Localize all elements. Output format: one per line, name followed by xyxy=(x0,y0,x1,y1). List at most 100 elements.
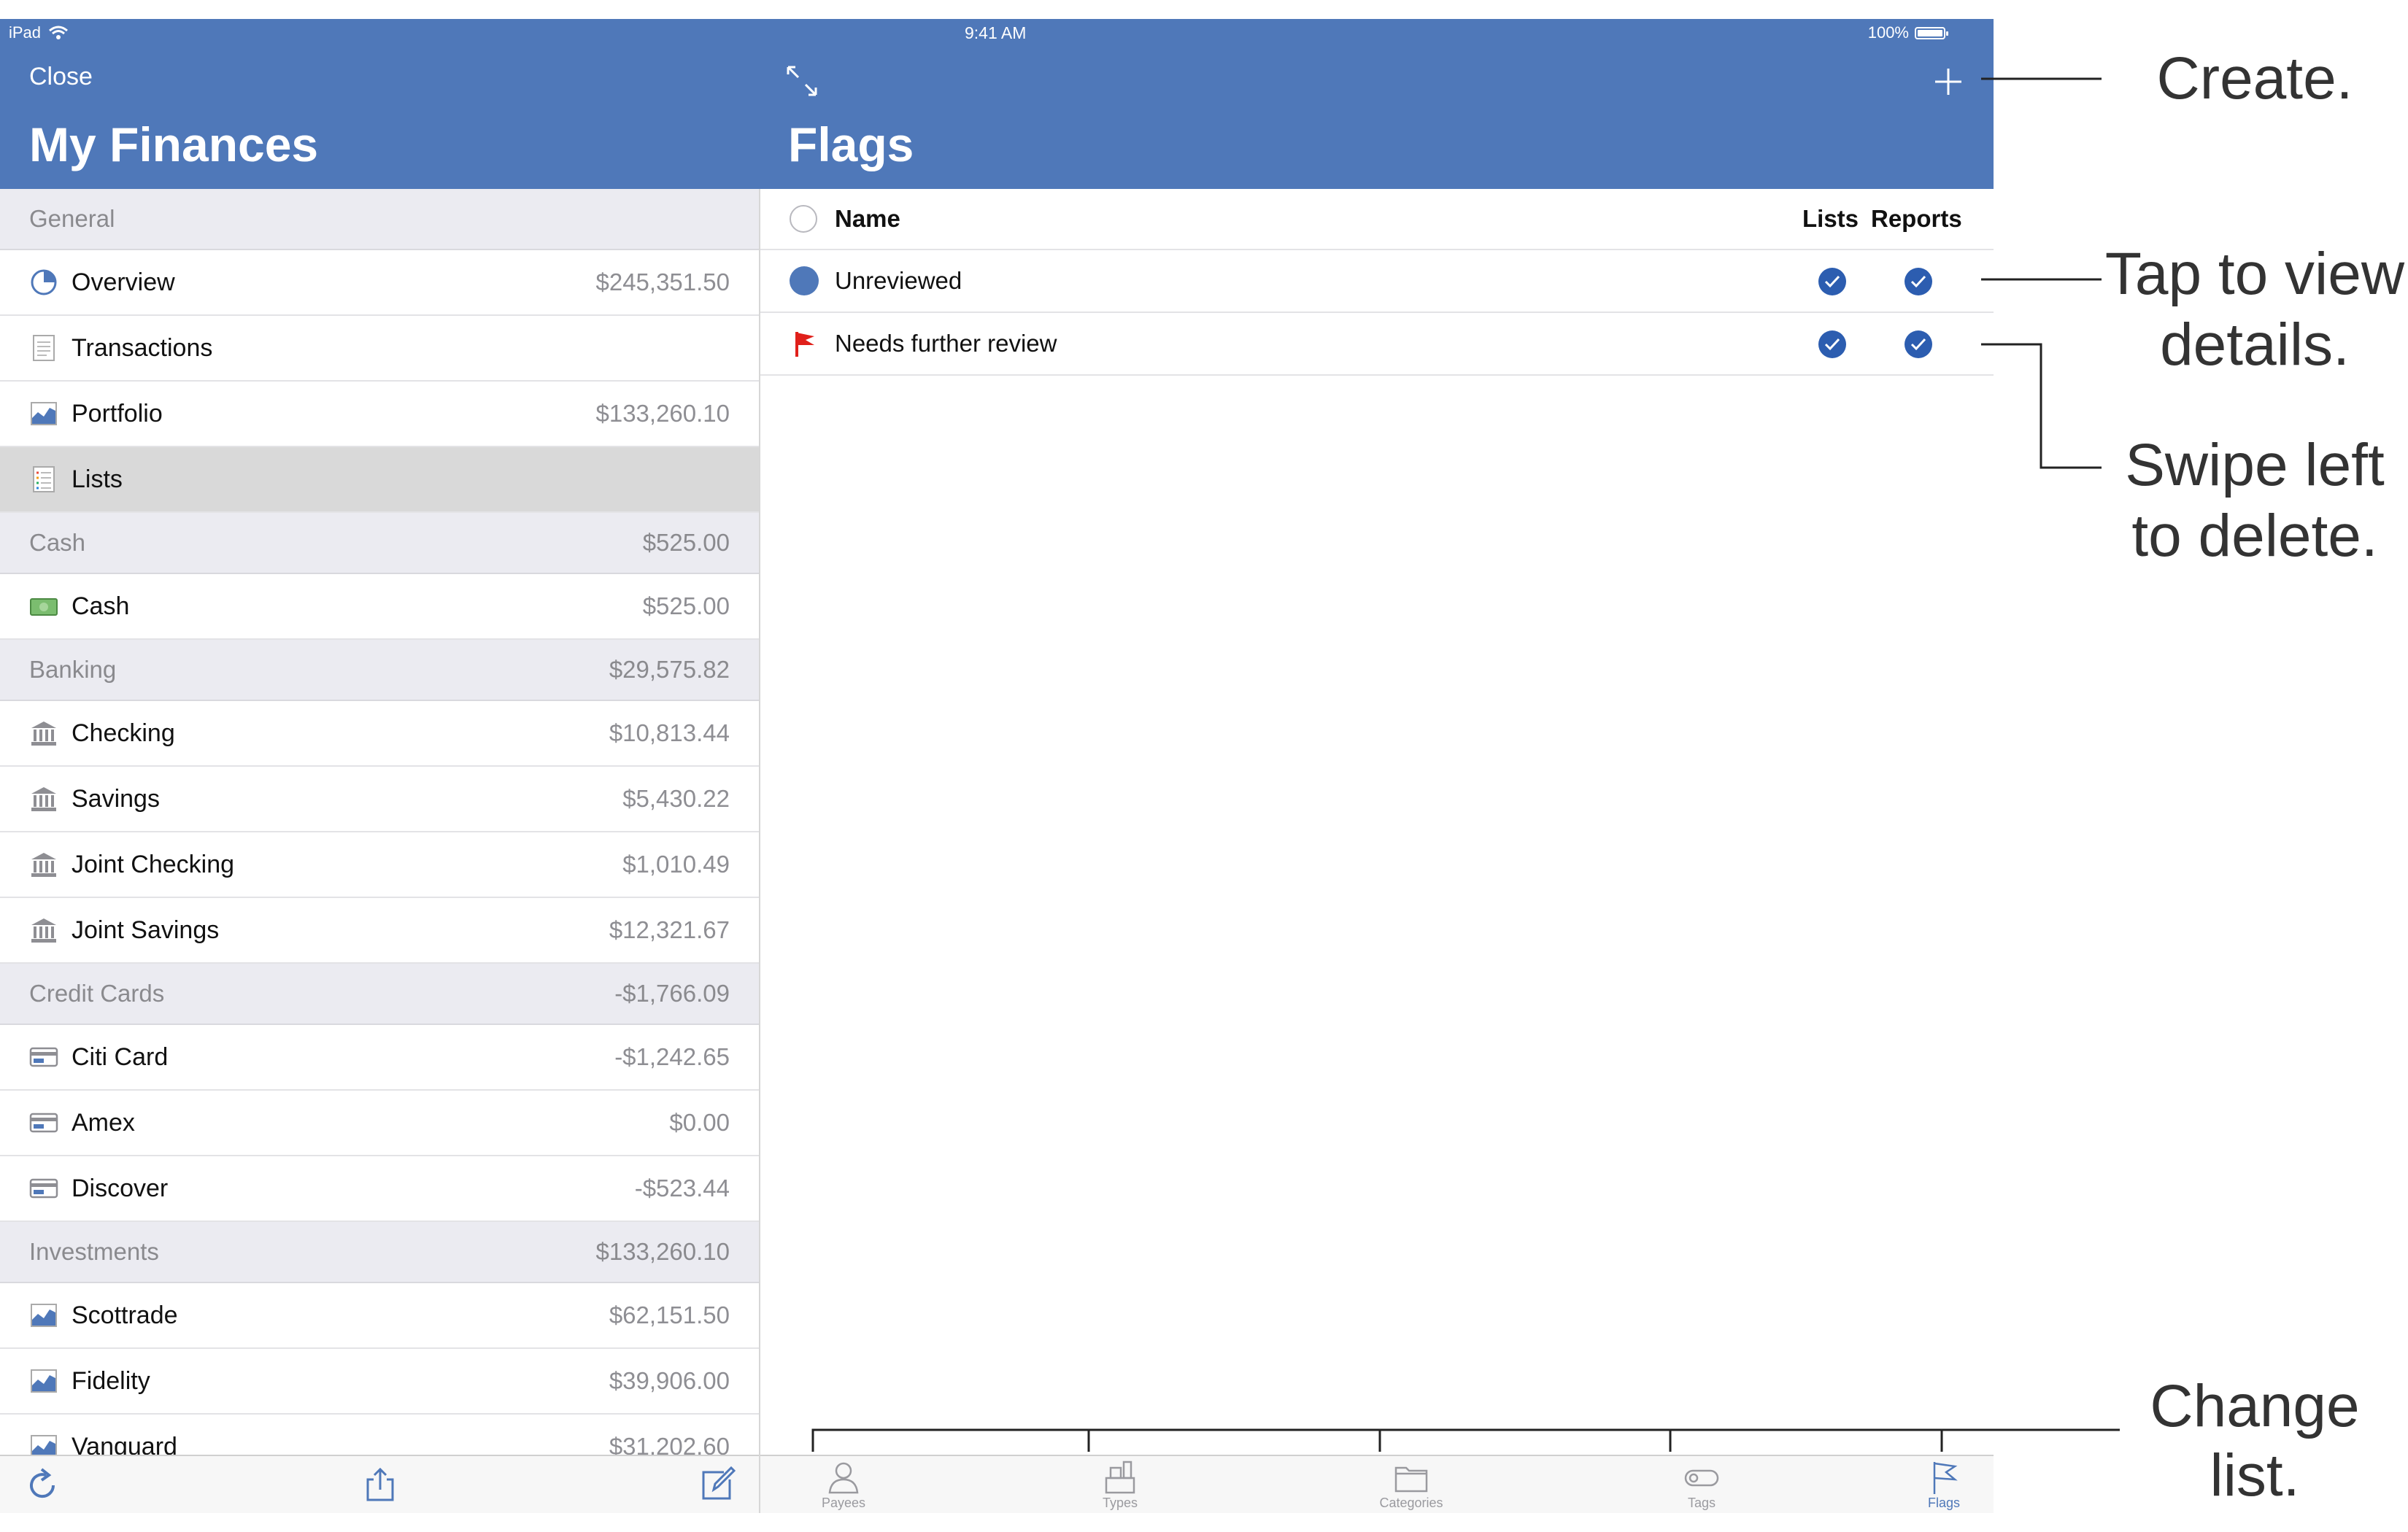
section-header: Credit Cards -$1,766.09 xyxy=(0,964,759,1025)
sidebar-item-amount: $39,906.00 xyxy=(609,1367,730,1394)
annotation-swipe: Swipe left to delete. xyxy=(2102,430,2408,572)
sidebar-item[interactable]: Vanguard $31,202.60 xyxy=(0,1415,759,1455)
sidebar-item-label: Portfolio xyxy=(72,399,163,428)
lists-checkmark-icon[interactable] xyxy=(1817,266,1848,297)
sidebar-item-label-group: Overview xyxy=(29,268,175,297)
sidebar-item-amount: $133,260.10 xyxy=(595,400,730,427)
sidebar-item-amount: $31,202.60 xyxy=(609,1433,730,1455)
sidebar-item-label: Fidelity xyxy=(72,1366,150,1395)
sidebar-item[interactable]: Overview $245,351.50 xyxy=(0,250,759,316)
tab-tags[interactable]: Tags xyxy=(1651,1459,1753,1511)
status-time: 9:41 AM xyxy=(965,23,1027,42)
section-header: Banking $29,575.82 xyxy=(0,640,759,701)
sidebar-item[interactable]: Scottrade $62,151.50 xyxy=(0,1283,759,1349)
bank-icon xyxy=(29,850,58,879)
sidebar-item-label-group: Cash xyxy=(29,592,129,621)
bank-icon xyxy=(29,916,58,945)
tag-toggle-icon xyxy=(1684,1469,1719,1487)
annotation-tap-line2: details. xyxy=(2160,311,2350,378)
folder-icon xyxy=(1394,1466,1428,1493)
sidebar-item[interactable]: Lists xyxy=(0,447,759,513)
section-total: $133,260.10 xyxy=(595,1238,730,1265)
sidebar-item-amount: $245,351.50 xyxy=(595,268,730,295)
annotation-swipe-line2: to delete. xyxy=(2131,502,2378,569)
section-title: Credit Cards xyxy=(29,980,165,1007)
sidebar-item-amount: $62,151.50 xyxy=(609,1301,730,1328)
annotation-change: Change list. xyxy=(2102,1372,2408,1510)
sidebar-item-amount: $12,321.67 xyxy=(609,916,730,943)
blue-dot-icon xyxy=(790,266,819,295)
credit-card-icon xyxy=(29,1108,58,1137)
flag-icon xyxy=(1933,1462,1958,1494)
reports-checkmark-icon[interactable] xyxy=(1903,329,1934,360)
sidebar-item[interactable]: Checking $10,813.44 xyxy=(0,701,759,767)
section-header: General xyxy=(0,189,759,250)
sidebar-item[interactable]: Citi Card -$1,242.65 xyxy=(0,1025,759,1091)
sidebar-item-label-group: Transactions xyxy=(29,333,212,363)
section-title: Cash xyxy=(29,529,86,556)
refresh-icon[interactable] xyxy=(24,1466,61,1503)
sidebar-item[interactable]: Joint Savings $12,321.67 xyxy=(0,898,759,964)
sidebar-item-label: Amex xyxy=(72,1108,135,1137)
select-all-radio-icon[interactable] xyxy=(790,205,817,233)
battery-percent: 100% xyxy=(1867,23,1909,42)
area-chart-icon xyxy=(29,1301,58,1330)
sidebar-item-label-group: Vanguard xyxy=(29,1432,177,1455)
pie-chart-icon xyxy=(29,268,58,297)
sidebar-item-label-group: Joint Checking xyxy=(29,850,234,879)
sidebar-item-amount: $5,430.22 xyxy=(622,785,730,812)
section-title: Investments xyxy=(29,1238,159,1265)
tab-payees[interactable]: Payees xyxy=(792,1459,895,1511)
sidebar-item-label-group: Checking xyxy=(29,719,175,748)
close-button[interactable]: Close xyxy=(29,63,93,91)
sidebar-item-label-group: Amex xyxy=(29,1108,135,1137)
sidebar-item-label: Savings xyxy=(72,784,160,813)
flag-row-needs-review[interactable]: Needs further review xyxy=(760,313,1994,376)
sidebar-item[interactable]: Cash $525.00 xyxy=(0,574,759,640)
sidebar-item-label-group: Lists xyxy=(29,465,123,494)
tab-types[interactable]: Types xyxy=(1069,1459,1171,1511)
sidebar-item[interactable]: Savings $5,430.22 xyxy=(0,767,759,832)
sidebar-item[interactable]: Discover -$523.44 xyxy=(0,1156,759,1222)
expand-icon[interactable] xyxy=(784,63,820,99)
tab-categories[interactable]: Categories xyxy=(1360,1459,1462,1511)
split-divider xyxy=(759,189,760,1513)
table-header: Name Lists Reports xyxy=(760,189,1994,250)
cash-icon xyxy=(29,592,58,621)
document-icon xyxy=(29,333,58,363)
tab-label: Tags xyxy=(1687,1496,1716,1510)
sidebar-item-label-group: Scottrade xyxy=(29,1301,178,1330)
sidebar-item-label: Scottrade xyxy=(72,1301,178,1329)
share-icon[interactable] xyxy=(362,1466,398,1503)
annotation-create: Create. xyxy=(2156,45,2353,112)
sidebar-item[interactable]: Joint Checking $1,010.49 xyxy=(0,832,759,898)
sidebar-item-label: Transactions xyxy=(72,333,213,362)
sidebar-item-amount: -$1,242.65 xyxy=(614,1043,730,1070)
sidebar-item-amount: $10,813.44 xyxy=(609,719,730,746)
sidebar-item[interactable]: Fidelity $39,906.00 xyxy=(0,1349,759,1415)
column-name: Name xyxy=(835,205,900,232)
sidebar-item-label: Vanguard xyxy=(72,1432,177,1455)
sidebar-item-label-group: Citi Card xyxy=(29,1042,168,1072)
lists-checkmark-icon[interactable] xyxy=(1817,329,1848,360)
bank-icon xyxy=(29,719,58,748)
sidebar-item-amount: $525.00 xyxy=(642,592,730,619)
sidebar-item[interactable]: Transactions xyxy=(0,316,759,382)
annotation-swipe-line1: Swipe left xyxy=(2125,432,2385,498)
flag-row-unreviewed[interactable]: Unreviewed xyxy=(760,250,1994,313)
sidebar-item-label: Lists xyxy=(72,465,123,493)
sidebar-item-label: Checking xyxy=(72,719,175,747)
tab-label: Categories xyxy=(1379,1496,1443,1510)
sidebar-item-label: Joint Checking xyxy=(72,850,235,878)
sidebar-item[interactable]: Amex $0.00 xyxy=(0,1091,759,1156)
sidebar-title: My Finances xyxy=(29,117,319,171)
add-icon[interactable] xyxy=(1932,66,1964,98)
status-bar: iPad 9:41 AM 100% xyxy=(0,19,1994,48)
edit-icon[interactable] xyxy=(699,1466,736,1503)
sidebar-item-label: Overview xyxy=(72,268,175,296)
area-chart-icon xyxy=(29,399,58,428)
sidebar-item[interactable]: Portfolio $133,260.10 xyxy=(0,382,759,447)
red-flag-icon xyxy=(795,332,814,357)
reports-checkmark-icon[interactable] xyxy=(1903,266,1934,297)
tab-flags[interactable]: Flags xyxy=(1893,1459,1994,1511)
